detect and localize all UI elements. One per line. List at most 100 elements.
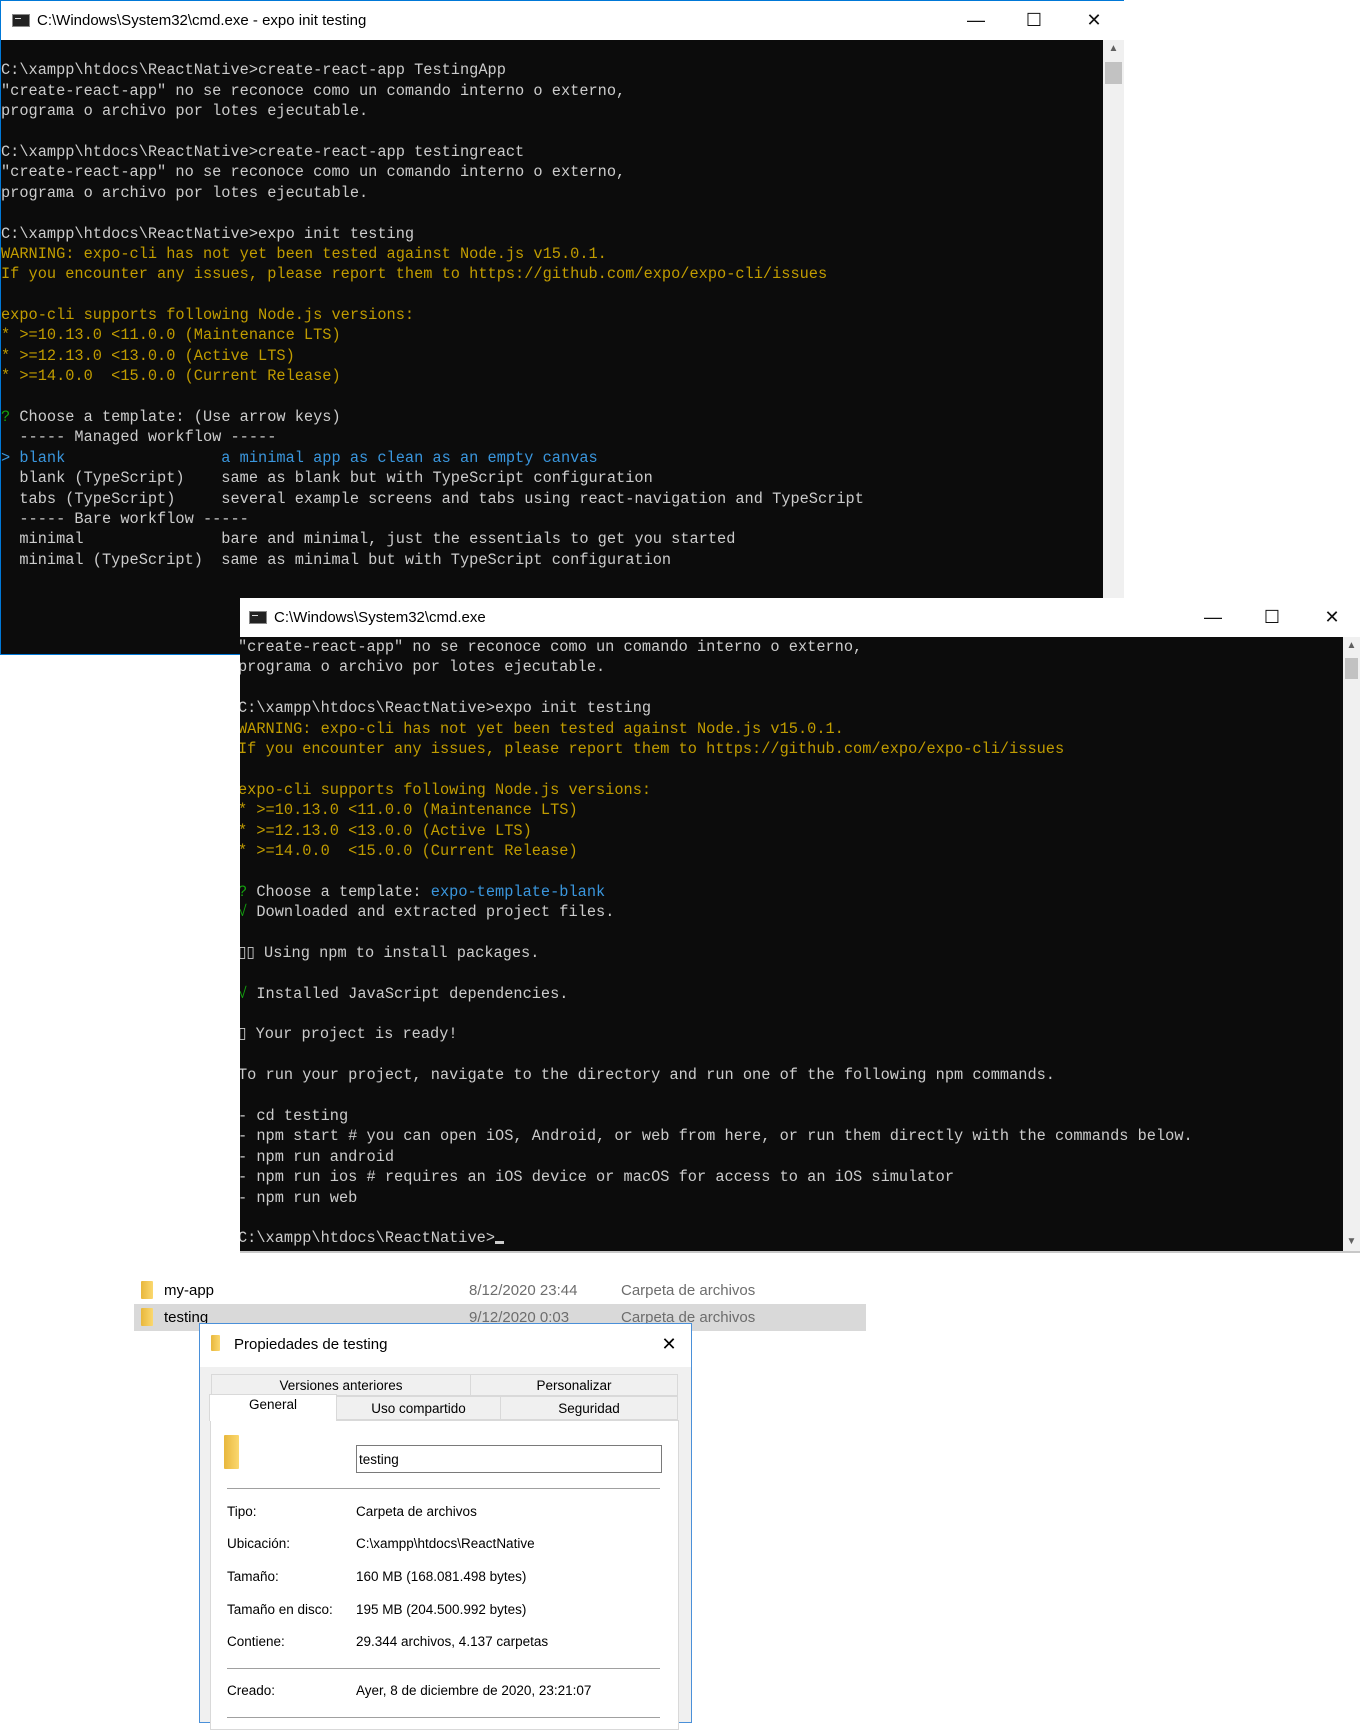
console-text: expo-cli supports following Node.js vers… [240, 780, 652, 799]
console-line: ? Choose a template: (Use arrow keys) [1, 407, 1103, 427]
prop-label-contiene: Contiene: [227, 1634, 285, 1649]
minimize-button[interactable]: — [1184, 598, 1242, 637]
console-text: - npm run web [240, 1188, 358, 1207]
tab-general[interactable]: General [209, 1394, 337, 1421]
minimize-button[interactable]: — [947, 1, 1005, 40]
scrollbar[interactable]: ▲ ▼ [1343, 637, 1360, 1251]
console-text: "create-react-app" no se reconoce como u… [1, 81, 626, 100]
maximize-button[interactable]: ☐ [1005, 1, 1063, 40]
console-line: √ Downloaded and extracted project files… [240, 902, 1343, 922]
console-line: If you encounter any issues, please repo… [240, 739, 1343, 759]
console-text: Choose a template: [247, 882, 431, 901]
console-line: C:\xampp\htdocs\ReactNative>expo init te… [240, 698, 1343, 718]
prop-value-tamano: 160 MB (168.081.498 bytes) [356, 1569, 527, 1584]
folder-name-input[interactable] [356, 1445, 662, 1473]
console-text: To run your project, navigate to the dir… [240, 1066, 1055, 1085]
console-text: > blank a minimal app as clean as an emp… [1, 448, 598, 467]
file-type: Carpeta de archivos [621, 1282, 756, 1299]
prop-value-contiene: 29.344 archivos, 4.137 carpetas [356, 1634, 549, 1649]
console-line: - npm run web [240, 1188, 1343, 1208]
tab-uso-compartido[interactable]: Uso compartido [336, 1396, 501, 1420]
divider [227, 1668, 660, 1669]
console-line: To run your project, navigate to the dir… [240, 1065, 1343, 1085]
console-line: C:\xampp\htdocs\ReactNative>expo init te… [1, 224, 1103, 244]
dialog-title-bar[interactable]: Propiedades de testing ✕ [200, 1324, 691, 1367]
console-line: programa o archivo por lotes ejecutable. [1, 101, 1103, 121]
console-text: programa o archivo por lotes ejecutable. [1, 183, 369, 202]
console-line: ----- Managed workflow ----- [1, 427, 1103, 447]
console-text: C:\xampp\htdocs\ReactNative>expo init te… [1, 224, 415, 243]
cmd-icon [249, 611, 267, 624]
console-text: * >=12.13.0 <13.0.0 (Active LTS) [1, 346, 295, 365]
text-cursor [495, 1241, 505, 1245]
close-button[interactable]: ✕ [1303, 598, 1360, 637]
console-line: blank (TypeScript) same as blank but wit… [1, 468, 1103, 488]
console-line: * >=12.13.0 <13.0.0 (Active LTS) [240, 821, 1343, 841]
console-text: C:\xampp\htdocs\ReactNative> [240, 1229, 496, 1248]
window-title: C:\Windows\System32\cmd.exe [274, 609, 486, 626]
tab-personalizar[interactable]: Personalizar [470, 1374, 678, 1396]
properties-dialog: Propiedades de testing ✕ Versiones anter… [199, 1323, 692, 1730]
console-text: programa o archivo por lotes ejecutable. [240, 658, 606, 677]
scroll-up-arrow-icon[interactable]: ▲ [1343, 637, 1360, 655]
console-line: * >=12.13.0 <13.0.0 (Active LTS) [1, 346, 1103, 366]
console-line: - npm run ios # requires an iOS device o… [240, 1167, 1343, 1187]
scrollbar[interactable]: ▲ [1103, 40, 1124, 655]
console-text: If you encounter any issues, please repo… [1, 265, 828, 284]
console-text: programa o archivo por lotes ejecutable. [1, 102, 369, 121]
console-output[interactable]: "create-react-app" no se reconoce como u… [240, 637, 1343, 1251]
console-line: > blank a minimal app as clean as an emp… [1, 448, 1103, 468]
title-bar[interactable]: C:\Windows\System32\cmd.exe - expo init … [1, 1, 1124, 40]
console-line: - npm run android [240, 1147, 1343, 1167]
console-line: - npm start # you can open iOS, Android,… [240, 1126, 1343, 1146]
console-line: C:\xampp\htdocs\ReactNative> [240, 1228, 1343, 1248]
console-line: "create-react-app" no se reconoce como u… [240, 637, 1343, 657]
console-text: Downloaded and extracted project files. [247, 903, 615, 922]
file-row-my-app[interactable]: my-app 8/12/2020 23:44 Carpeta de archiv… [134, 1277, 866, 1304]
tab-versiones-anteriores[interactable]: Versiones anteriores [211, 1374, 471, 1396]
close-button[interactable]: ✕ [1065, 1, 1123, 40]
console-line: ----- Bare workflow ----- [1, 509, 1103, 529]
terminal-window-2: C:\Windows\System32\cmd.exe — ☐ ✕ "creat… [240, 598, 1360, 1253]
folder-icon [141, 1281, 153, 1299]
maximize-button[interactable]: ☐ [1243, 598, 1301, 637]
prop-value-ubicacion: C:\xampp\htdocs\ReactNative [356, 1536, 535, 1551]
terminal-window-1: C:\Windows\System32\cmd.exe - expo init … [0, 0, 1124, 655]
console-line: * >=10.13.0 <11.0.0 (Maintenance LTS) [1, 325, 1103, 345]
console-line: C:\xampp\htdocs\ReactNative>create-react… [1, 142, 1103, 162]
file-date: 8/12/2020 23:44 [469, 1282, 578, 1299]
divider [227, 1488, 660, 1489]
scroll-thumb[interactable] [1345, 658, 1358, 679]
console-text: ----- Managed workflow ----- [1, 428, 277, 447]
console-text: * >=10.13.0 <11.0.0 (Maintenance LTS) [1, 326, 341, 345]
console-line: tabs (TypeScript) several example screen… [1, 489, 1103, 509]
console-output[interactable]: C:\xampp\htdocs\ReactNative>create-react… [1, 40, 1103, 655]
console-line: expo-cli supports following Node.js vers… [1, 305, 1103, 325]
scroll-up-arrow-icon[interactable]: ▲ [1103, 40, 1124, 58]
title-bar[interactable]: C:\Windows\System32\cmd.exe — ☐ ✕ [240, 598, 1360, 637]
console-line: * >=10.13.0 <11.0.0 (Maintenance LTS) [240, 800, 1343, 820]
close-button[interactable]: ✕ [655, 1330, 683, 1358]
window-title: C:\Windows\System32\cmd.exe - expo init … [37, 12, 367, 29]
prop-label-tamano-disco: Tamaño en disco: [227, 1602, 333, 1617]
file-name: my-app [164, 1282, 215, 1299]
console-text: * >=12.13.0 <13.0.0 (Active LTS) [240, 821, 532, 840]
prop-value-tamano-disco: 195 MB (204.500.992 bytes) [356, 1602, 527, 1617]
console-text: If you encounter any issues, please repo… [240, 739, 1065, 758]
divider [227, 1717, 660, 1718]
tab-seguridad[interactable]: Seguridad [500, 1396, 678, 1420]
scroll-thumb[interactable] [1105, 62, 1122, 84]
console-text: WARNING: expo-cli has not yet been teste… [240, 719, 844, 738]
prop-label-ubicacion: Ubicación: [227, 1536, 291, 1551]
console-text: WARNING: expo-cli has not yet been teste… [1, 244, 607, 263]
cmd-icon [12, 14, 30, 27]
console-line: - cd testing [240, 1106, 1343, 1126]
scroll-down-arrow-icon[interactable]: ▼ [1343, 1233, 1360, 1251]
